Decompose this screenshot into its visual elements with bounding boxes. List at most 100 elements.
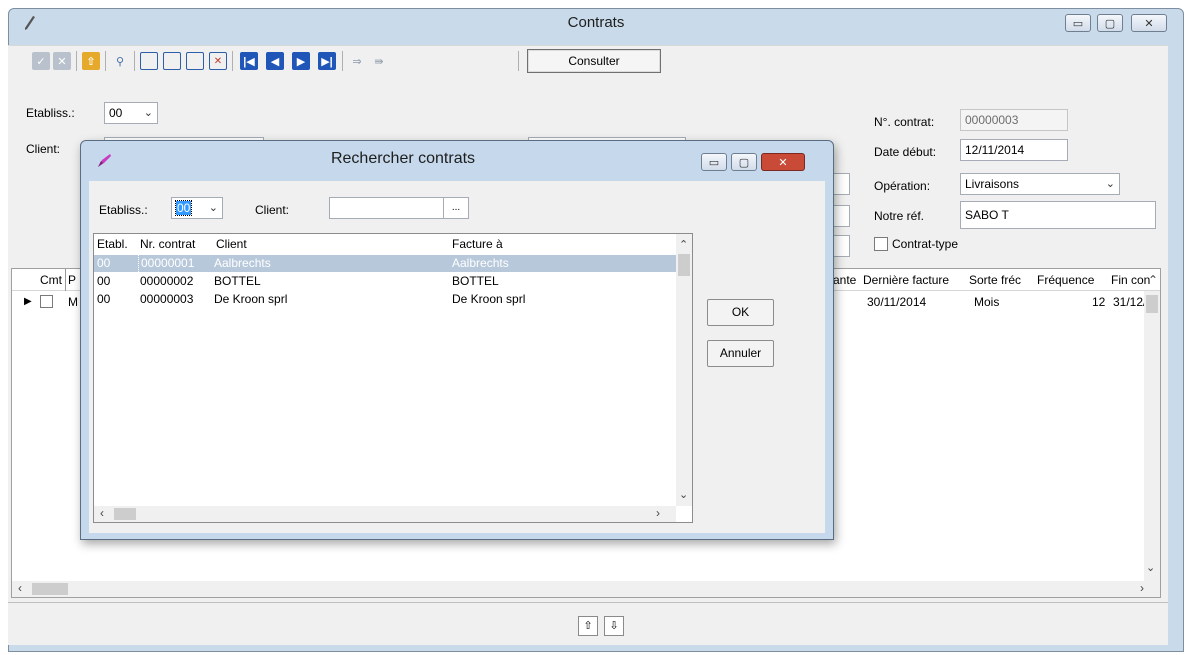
scroll-right-icon[interactable]: › [1140, 581, 1144, 595]
scrollbar-thumb[interactable] [114, 508, 136, 520]
toolbar-separator [518, 51, 519, 71]
first-record-icon[interactable]: |◀ [240, 52, 258, 70]
column-header-nr-contrat[interactable]: Nr. contrat [140, 234, 195, 254]
dialog-body: Etabliss.: 00 ⌄ Client: ... Etabl. Nr. c… [89, 181, 825, 533]
list-item[interactable]: 00 00000002 BOTTEL BOTTEL [94, 273, 680, 290]
grid-header-cell: Cmt [40, 273, 62, 287]
cancel-icon[interactable]: ✕ [53, 52, 71, 70]
vertical-scrollbar[interactable]: ⌄ [1144, 291, 1160, 581]
list-item[interactable]: 00 00000003 De Kroon sprl De Kroon sprl [94, 291, 680, 308]
next-record-icon[interactable]: ▶ [292, 52, 310, 70]
scrollbar-thumb[interactable] [32, 583, 68, 595]
scroll-right-icon[interactable]: › [656, 506, 660, 520]
previous-record-icon[interactable]: ◀ [266, 52, 284, 70]
scroll-up-icon[interactable]: ⌃ [679, 238, 688, 251]
dialog-etabliss-label: Etabliss.: [99, 203, 148, 217]
list-cell: 00 [97, 256, 111, 270]
column-header-etabl[interactable]: Etabl. [97, 234, 128, 254]
scroll-down-icon[interactable]: ⌄ [679, 488, 688, 501]
grid-header-cell: Sorte fréc [969, 273, 1022, 287]
grid-header-cell: P [65, 269, 76, 291]
row-cell: 30/11/2014 [867, 295, 927, 309]
scrollbar-thumb[interactable] [678, 254, 690, 276]
contract-template-checkbox[interactable] [874, 237, 888, 251]
operation-value: Livraisons [965, 177, 1020, 191]
toolbar-separator [342, 51, 343, 71]
column-header-client[interactable]: Client [216, 234, 247, 254]
reference-field[interactable]: SABO T [960, 201, 1156, 229]
client-lookup-button[interactable]: ... [443, 197, 469, 219]
row-checkbox[interactable] [40, 295, 53, 308]
list-vertical-scrollbar[interactable]: ⌃ ⌄ [676, 234, 692, 506]
copy-icon[interactable] [163, 52, 181, 70]
start-date-label: Date début: [874, 145, 937, 159]
etabliss-value: 00 [109, 106, 123, 120]
client-label: Client: [26, 142, 61, 156]
export-icon[interactable]: ⇧ [82, 52, 100, 70]
new-icon[interactable] [140, 52, 158, 70]
list-cell: Aalbrechts [214, 256, 271, 270]
list-cell: 00000003 [140, 292, 194, 306]
dialog-etabliss-select[interactable]: 00 ⌄ [171, 197, 223, 219]
list-cell: BOTTEL [452, 274, 499, 288]
validate-icon[interactable]: ✓ [32, 52, 50, 70]
window-title: Contrats [567, 14, 625, 31]
close-icon[interactable]: ✕ [1131, 14, 1167, 32]
row-pointer-icon: ▶ [24, 296, 32, 307]
column-header-facture[interactable]: Facture à [452, 234, 503, 254]
reference-label: Notre réf. [874, 209, 925, 223]
operation-select[interactable]: Livraisons ⌄ [960, 173, 1120, 195]
etabliss-select[interactable]: 00 ⌄ [104, 102, 158, 124]
cancel-button[interactable]: Annuler [707, 340, 774, 367]
delete-icon[interactable]: ✕ [209, 52, 227, 70]
chevron-down-icon: ⌄ [208, 202, 218, 214]
scroll-left-icon[interactable]: ‹ [100, 506, 104, 520]
list-horizontal-scrollbar[interactable]: ‹ › [94, 506, 676, 522]
toolbar-separator [134, 51, 135, 71]
ok-button[interactable]: OK [707, 299, 774, 326]
scroll-down-icon[interactable]: ⌄ [1146, 561, 1155, 574]
dialog-client-label: Client: [255, 203, 290, 217]
contract-number-field: 00000003 [960, 109, 1068, 131]
horizontal-scrollbar[interactable]: ‹ › [12, 581, 1160, 597]
row-cell: M [68, 295, 78, 309]
edit-icon[interactable] [186, 52, 204, 70]
list-cell: 00000001 [138, 255, 194, 272]
list-cell: De Kroon sprl [452, 292, 526, 306]
move-up-icon[interactable]: ⇧ [578, 616, 598, 636]
etabliss-label: Etabliss.: [26, 106, 75, 120]
search-contracts-dialog: Rechercher contrats ▭ ▢ ✕ Etabliss.: 00 … [80, 140, 834, 540]
last-record-icon[interactable]: ▶| [318, 52, 336, 70]
chevron-down-icon: ⌄ [143, 107, 153, 119]
row-cell: 12 [1092, 295, 1106, 309]
grid-header-cell: Fin con [1111, 273, 1151, 287]
list-cell: BOTTEL [214, 274, 261, 288]
grid-header-cell: Fréquence [1037, 273, 1095, 287]
consult-button[interactable]: Consulter [527, 49, 661, 73]
scroll-up-icon[interactable]: ⌃ [1148, 269, 1158, 291]
dialog-maximize-icon[interactable]: ▢ [731, 153, 757, 171]
chevron-down-icon: ⌄ [1105, 178, 1115, 190]
list-cell: Aalbrechts [452, 256, 509, 270]
move-down-icon[interactable]: ⇩ [604, 616, 624, 636]
operation-label: Opération: [874, 179, 931, 193]
dialog-close-icon[interactable]: ✕ [761, 153, 805, 171]
maximize-icon[interactable]: ▢ [1097, 14, 1123, 32]
grid-header-cell: ante [833, 273, 857, 287]
toolbar-separator [232, 51, 233, 71]
scrollbar-thumb[interactable] [1146, 295, 1158, 313]
import-icon[interactable]: ⇒ [348, 52, 366, 70]
scroll-left-icon[interactable]: ‹ [18, 581, 22, 595]
start-date-field[interactable]: 12/11/2014 [960, 139, 1068, 161]
contracts-list[interactable]: Etabl. Nr. contrat Client Facture à 00 0… [93, 233, 693, 523]
grid-header-cell: Dernière facture [863, 273, 950, 287]
dialog-minimize-icon[interactable]: ▭ [701, 153, 727, 171]
contract-template-label: Contrat-type [892, 237, 959, 251]
list-item[interactable]: 00 00000001 Aalbrechts Aalbrechts [94, 255, 680, 272]
minimize-icon[interactable]: ▭ [1065, 14, 1091, 32]
dialog-title: Rechercher contrats [330, 150, 476, 167]
search-icon[interactable]: ⚲ [111, 52, 129, 70]
contract-number-label: N°. contrat: [874, 115, 935, 129]
transfer-icon[interactable]: ⇛ [370, 52, 388, 70]
list-cell: 00 [97, 292, 111, 306]
